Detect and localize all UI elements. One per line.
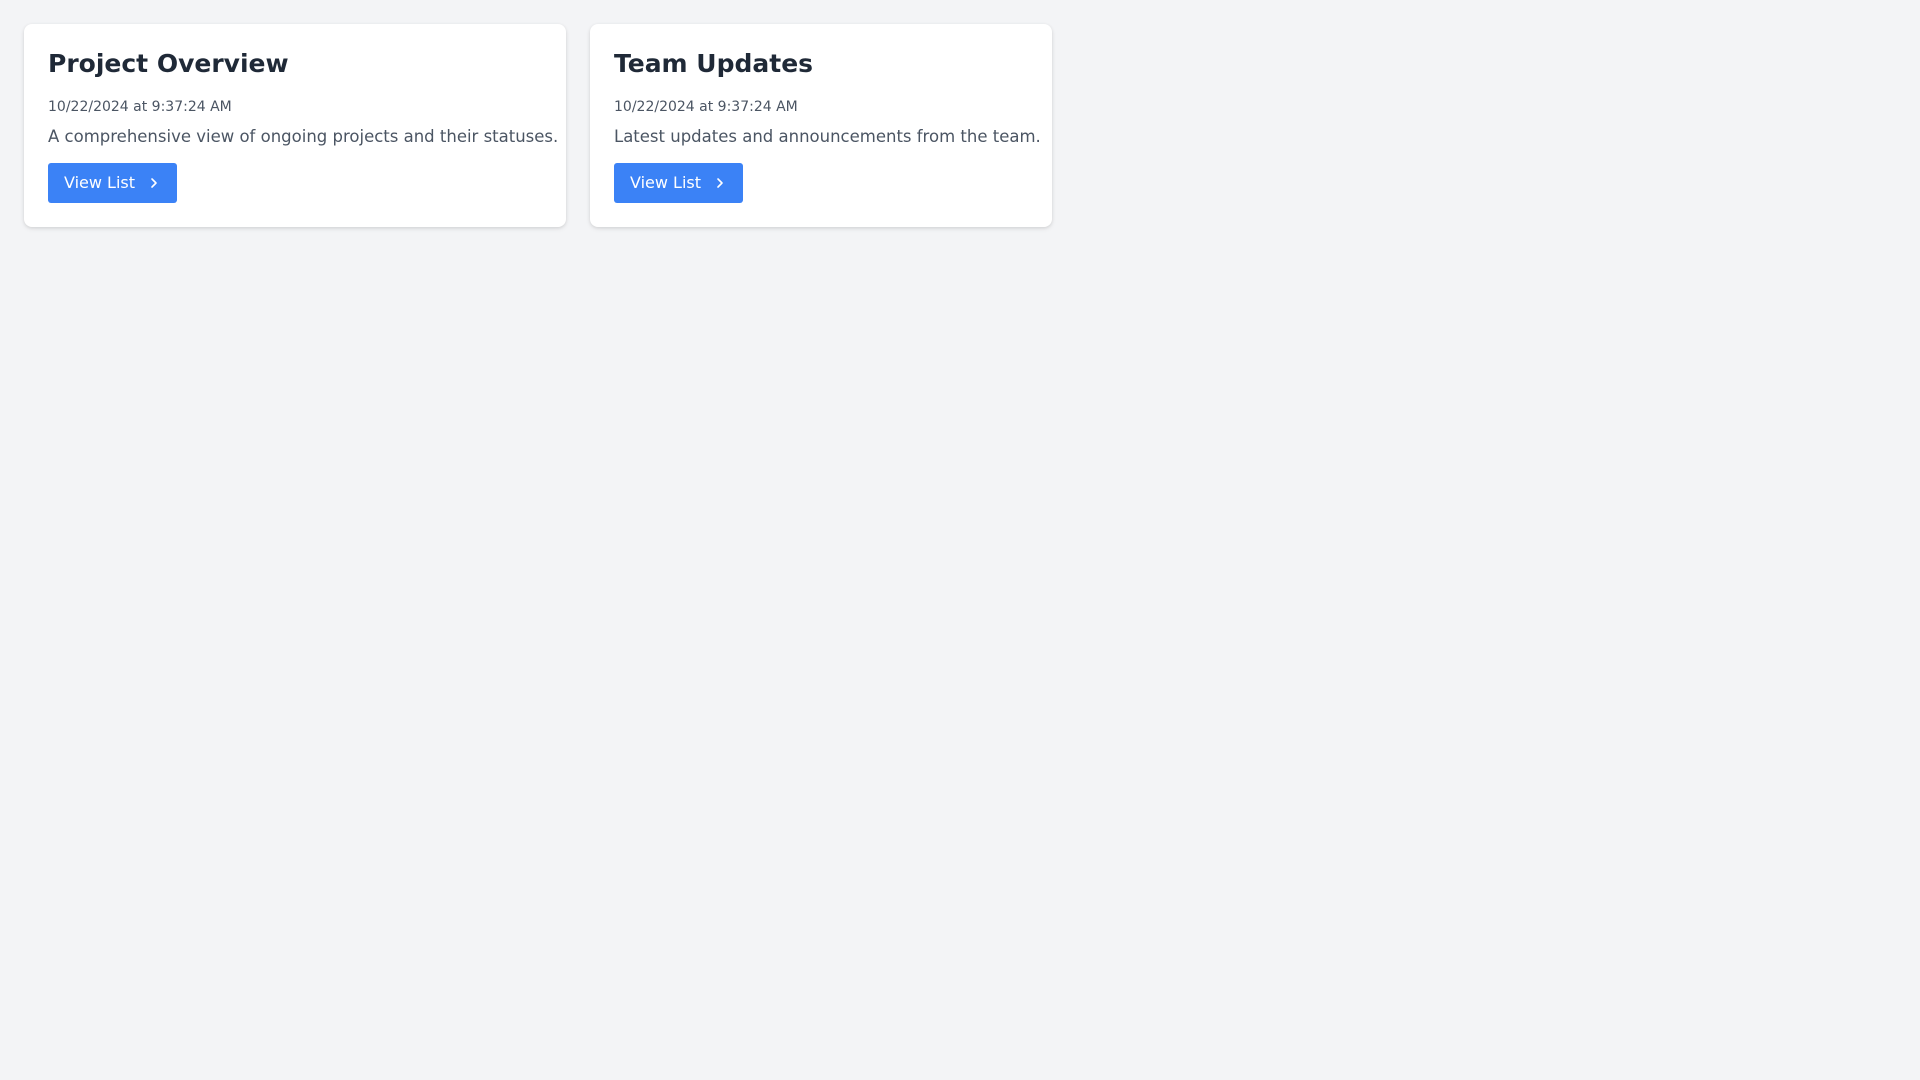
card-title: Project Overview — [48, 49, 289, 78]
card-date: 10/22/2024 at 9:37:24 AM — [48, 99, 232, 115]
button-label: View List — [64, 173, 136, 192]
page: Project Overview 10/22/2024 at 9:37:24 A… — [0, 0, 1920, 1080]
button-label: View List — [630, 173, 702, 192]
chevron-right-icon — [151, 178, 157, 188]
card-description: A comprehensive view of ongoing projects… — [48, 127, 559, 146]
card-team-updates: Team Updates 10/22/2024 at 9:37:24 AM La… — [590, 24, 1052, 227]
view-list-button[interactable]: View List — [614, 163, 744, 203]
card-project-overview: Project Overview 10/22/2024 at 9:37:24 A… — [24, 24, 566, 227]
card-list: Project Overview 10/22/2024 at 9:37:24 A… — [24, 24, 1052, 227]
view-list-button[interactable]: View List — [48, 163, 178, 203]
card-title: Team Updates — [614, 49, 814, 78]
card-date: 10/22/2024 at 9:37:24 AM — [614, 99, 798, 115]
chevron-right-icon — [717, 178, 723, 188]
card-description: Latest updates and announcements from th… — [614, 127, 1041, 146]
